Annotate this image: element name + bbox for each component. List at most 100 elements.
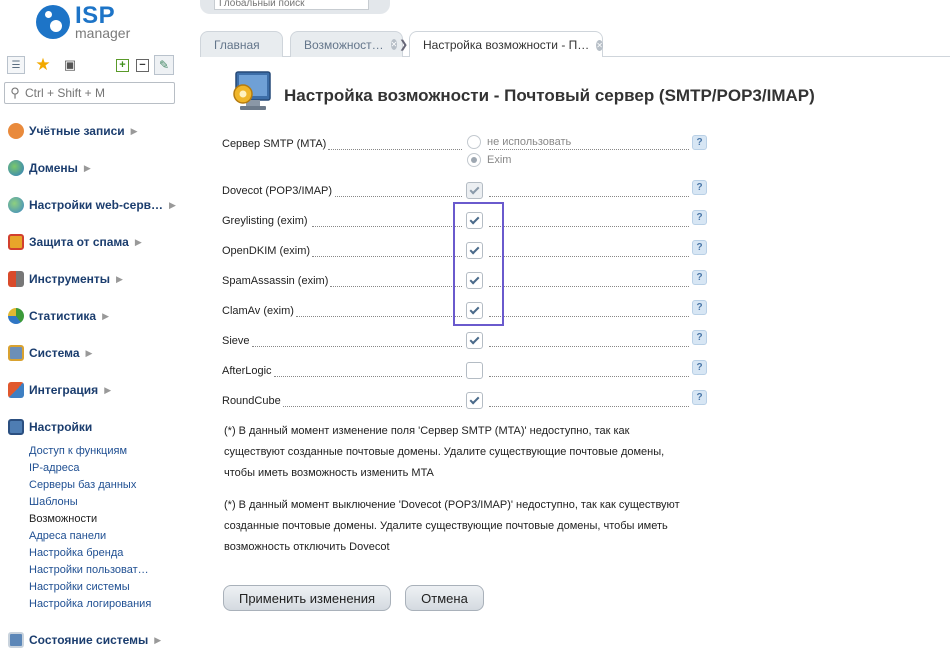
chevron-right-icon: ❯ xyxy=(399,39,409,51)
smtp-label: Сервер SMTP (MTA) xyxy=(222,138,329,150)
global-search-input[interactable] xyxy=(214,0,369,10)
sidebar-item-domains[interactable]: Домены ▶ xyxy=(8,158,91,178)
sidebar-subitem-db-servers[interactable]: Серверы баз данных xyxy=(29,478,136,492)
help-icon[interactable]: ? xyxy=(692,360,707,375)
chevron-right-icon: ▶ xyxy=(154,634,162,645)
apply-button[interactable]: Применить изменения xyxy=(223,585,391,611)
close-icon[interactable]: ✕ xyxy=(596,39,603,51)
sidebar-subitem-branding[interactable]: Настройка бренда xyxy=(29,546,123,560)
note-line: (*) В данный момент изменение поля 'Серв… xyxy=(224,425,630,437)
tab-home[interactable]: Главная xyxy=(200,31,283,57)
radio-none[interactable]: не использовать xyxy=(467,135,571,149)
menu-search[interactable]: ⚲ xyxy=(4,82,175,104)
sidebar-item-system[interactable]: Система ▶ xyxy=(8,343,92,363)
sidebar-subitem-logging[interactable]: Настройка логирования xyxy=(29,597,151,611)
chevron-right-icon: ▶ xyxy=(116,273,123,284)
sidebar-subitem-ip[interactable]: IP-адреса xyxy=(29,461,79,475)
sidebar-item-label: Домены xyxy=(29,161,78,175)
logo-icon xyxy=(36,5,70,39)
sidebar-item-label: Настройки web-серв… xyxy=(29,198,164,212)
sidebar-item-label: Состояние системы xyxy=(29,633,149,647)
favorites-star-icon[interactable]: ★ xyxy=(34,55,52,74)
roundcube-checkbox[interactable] xyxy=(466,392,483,409)
afterlogic-checkbox[interactable] xyxy=(466,362,483,379)
tab-label: Настройка возможности - П… xyxy=(423,38,590,52)
sidebar-item-web-settings[interactable]: Настройки web-серв… ▶ xyxy=(8,195,176,215)
radio-exim[interactable]: Exim xyxy=(467,153,511,167)
sidebar-item-integration[interactable]: Интеграция ▶ xyxy=(8,380,111,400)
sidebar-item-label: Статистика xyxy=(29,309,97,323)
pin-icon[interactable]: ✎ xyxy=(154,55,174,75)
menu-list-icon[interactable]: ☰ xyxy=(7,56,25,74)
globe-icon xyxy=(8,160,24,176)
dotted-leader xyxy=(330,286,462,287)
search-icon: ⚲ xyxy=(10,85,20,100)
sidebar-item-spam-protection[interactable]: Защита от спама ▶ xyxy=(8,232,142,252)
checkmark-icon xyxy=(469,334,480,344)
help-icon[interactable]: ? xyxy=(692,330,707,345)
chevron-right-icon: ▶ xyxy=(130,125,138,136)
sidebar-toolbar: ☰ ★ ▣ + − ✎ xyxy=(4,54,176,76)
help-icon[interactable]: ? xyxy=(692,180,707,195)
sidebar-subitem-user-settings[interactable]: Настройки пользоват… xyxy=(29,563,149,577)
expand-all-icon[interactable]: + xyxy=(116,59,129,72)
sidebar-item-label: Защита от спама xyxy=(29,235,129,249)
shield-icon xyxy=(8,234,24,250)
sidebar-subitem-features[interactable]: Возможности xyxy=(29,512,97,526)
sidebar-subitem-access[interactable]: Доступ к функциям xyxy=(29,444,127,458)
global-search-bar xyxy=(200,0,390,14)
sidebar-subitem-panel-addresses[interactable]: Адреса панели xyxy=(29,529,106,543)
sidebar-item-system-status[interactable]: Состояние системы ▶ xyxy=(8,630,161,650)
help-icon[interactable]: ? xyxy=(692,135,707,150)
tab-feature-settings[interactable]: Настройка возможности - П… ✕ xyxy=(409,31,603,58)
dotted-leader xyxy=(282,406,462,407)
briefcase-icon[interactable]: ▣ xyxy=(61,56,79,74)
sidebar-item-settings[interactable]: Настройки xyxy=(8,417,92,437)
sidebar-item-accounts[interactable]: Учётные записи ▶ xyxy=(8,121,138,141)
web-settings-icon xyxy=(8,197,24,213)
tab-features[interactable]: Возможност… ✕ xyxy=(290,31,403,57)
help-icon[interactable]: ? xyxy=(692,240,707,255)
dotted-leader xyxy=(312,256,462,257)
sieve-checkbox[interactable] xyxy=(466,332,483,349)
sidebar-subitem-templates[interactable]: Шаблоны xyxy=(29,495,78,509)
logo-sub: manager xyxy=(75,25,131,41)
roundcube-row: RoundCube ? xyxy=(222,390,712,413)
dotted-leader xyxy=(489,406,689,407)
note-line: созданные почтовые домены. Удалите сущес… xyxy=(224,520,668,532)
dotted-leader xyxy=(489,226,689,227)
sieve-row: Sieve ? xyxy=(222,330,712,353)
note-line: (*) В данный момент выключение 'Dovecot … xyxy=(224,499,680,511)
dotted-leader xyxy=(489,376,689,377)
close-icon[interactable]: ✕ xyxy=(390,39,398,50)
dotted-leader xyxy=(296,316,462,317)
radio-circle xyxy=(467,153,481,167)
collapse-all-icon[interactable]: − xyxy=(136,59,149,72)
isp-manager-logo[interactable]: ISP manager xyxy=(36,2,130,42)
menu-search-input[interactable] xyxy=(25,86,170,100)
tab-bar: Главная Возможност… ✕ Настройка возможно… xyxy=(200,31,950,58)
checkmark-icon xyxy=(469,394,480,404)
chevron-right-icon: ▶ xyxy=(85,347,93,358)
chevron-right-icon: ▶ xyxy=(134,236,142,247)
chevron-right-icon: ▶ xyxy=(102,310,109,321)
afterlogic-label: AfterLogic xyxy=(222,365,274,377)
chevron-right-icon: ▶ xyxy=(83,162,91,173)
note-line: возможность отключить Dovecot xyxy=(224,541,390,553)
afterlogic-row: AfterLogic ? xyxy=(222,360,712,383)
spamassassin-label: SpamAssassin (exim) xyxy=(222,275,331,287)
radio-circle xyxy=(467,135,481,149)
cancel-button[interactable]: Отмена xyxy=(405,585,484,611)
sidebar-item-tools[interactable]: Инструменты ▶ xyxy=(8,269,123,289)
monitor-icon xyxy=(8,632,24,648)
dotted-leader xyxy=(489,149,689,150)
page-title: Настройка возможности - Почтовый сервер … xyxy=(284,86,815,105)
dotted-leader xyxy=(489,196,689,197)
help-icon[interactable]: ? xyxy=(692,210,707,225)
sidebar-item-statistics[interactable]: Статистика ▶ xyxy=(8,306,109,326)
dovecot-checkbox[interactable] xyxy=(466,182,483,199)
help-icon[interactable]: ? xyxy=(692,300,707,315)
sidebar-subitem-system-settings[interactable]: Настройки системы xyxy=(29,580,130,594)
help-icon[interactable]: ? xyxy=(692,390,707,405)
help-icon[interactable]: ? xyxy=(692,270,707,285)
